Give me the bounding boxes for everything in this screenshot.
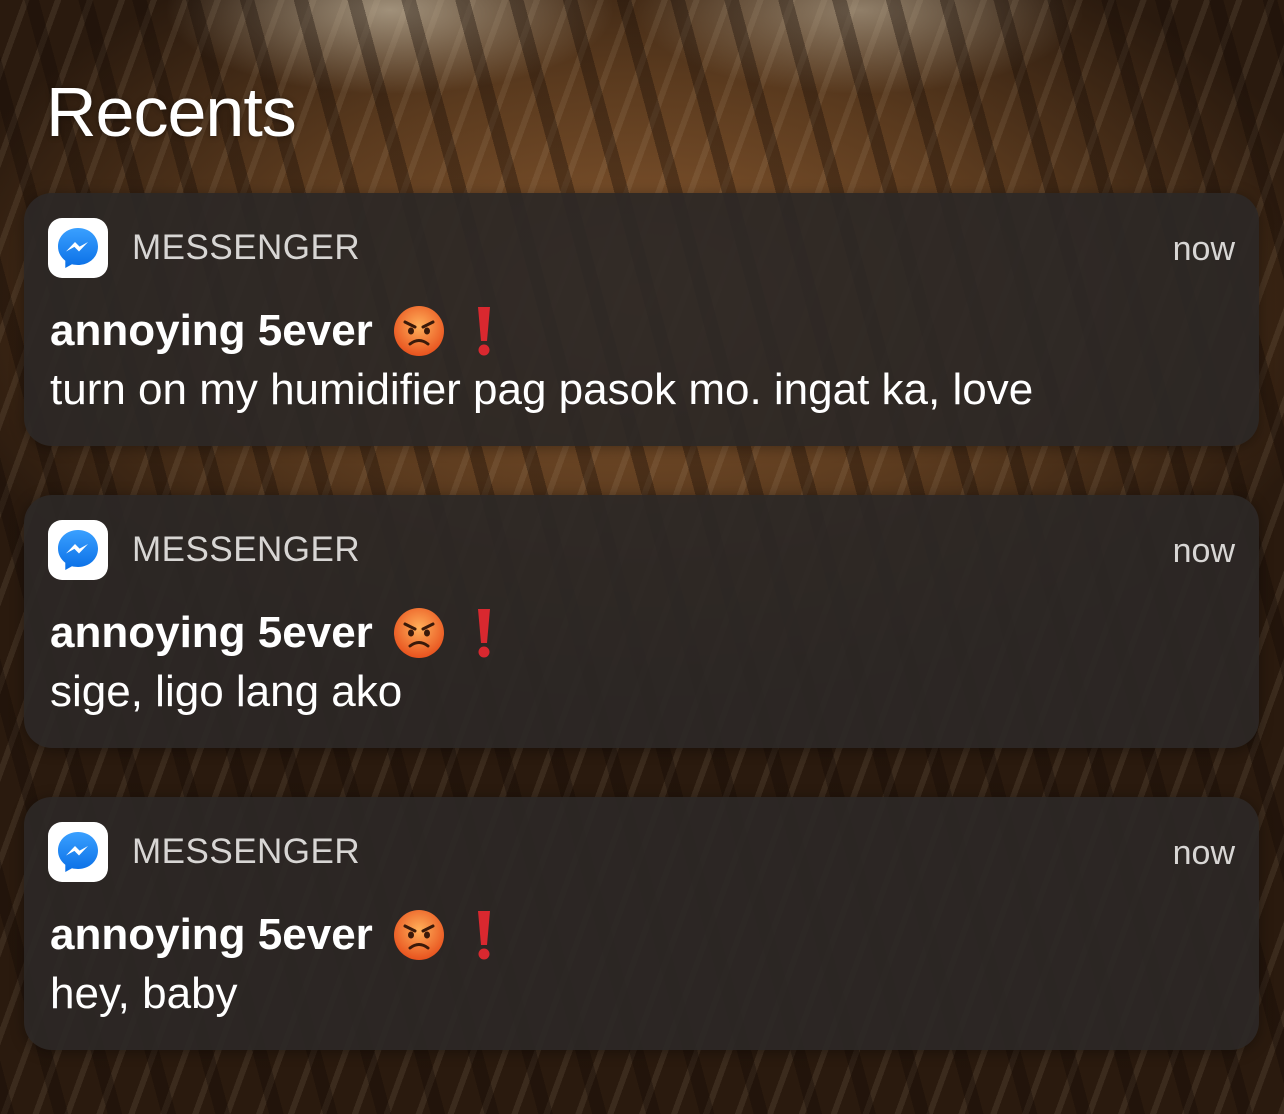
- notification-card[interactable]: MESSENGER now annoying 5ever sige, ligo …: [24, 495, 1259, 748]
- notification-header: MESSENGER now: [48, 822, 1235, 882]
- sender-name: annoying 5ever: [50, 306, 373, 355]
- sender-name: annoying 5ever: [50, 910, 373, 959]
- notification-card[interactable]: MESSENGER now annoying 5ever hey, baby: [24, 797, 1259, 1050]
- angry-face-icon: [393, 608, 444, 658]
- message-text: sige, ligo lang ako: [50, 667, 403, 716]
- red-exclamation-icon: [477, 911, 490, 960]
- message-text: turn on my humidifier pag pasok mo. inga…: [50, 365, 1034, 414]
- messenger-icon: [48, 520, 108, 580]
- app-name: MESSENGER: [132, 228, 361, 267]
- message-text: hey, baby: [50, 969, 238, 1018]
- notification-time: now: [1172, 834, 1235, 872]
- messenger-icon: [48, 822, 108, 882]
- notification-header: MESSENGER now: [48, 520, 1235, 580]
- messenger-icon: [48, 218, 108, 278]
- sender-name: annoying 5ever: [50, 608, 373, 657]
- angry-face-icon: [393, 910, 444, 960]
- page-title: Recents: [46, 73, 297, 151]
- notification-header: MESSENGER now: [48, 218, 1235, 278]
- red-exclamation-icon: [477, 609, 490, 658]
- app-name: MESSENGER: [132, 832, 361, 871]
- sender-row: annoying 5ever: [50, 603, 491, 663]
- notification-time: now: [1172, 532, 1235, 570]
- angry-face-icon: [393, 306, 444, 356]
- app-name: MESSENGER: [132, 530, 361, 569]
- notification-card[interactable]: MESSENGER now annoying 5ever turn on my …: [24, 193, 1259, 446]
- red-exclamation-icon: [477, 307, 490, 356]
- sender-row: annoying 5ever: [50, 301, 491, 361]
- sender-row: annoying 5ever: [50, 905, 491, 965]
- notification-time: now: [1172, 230, 1235, 268]
